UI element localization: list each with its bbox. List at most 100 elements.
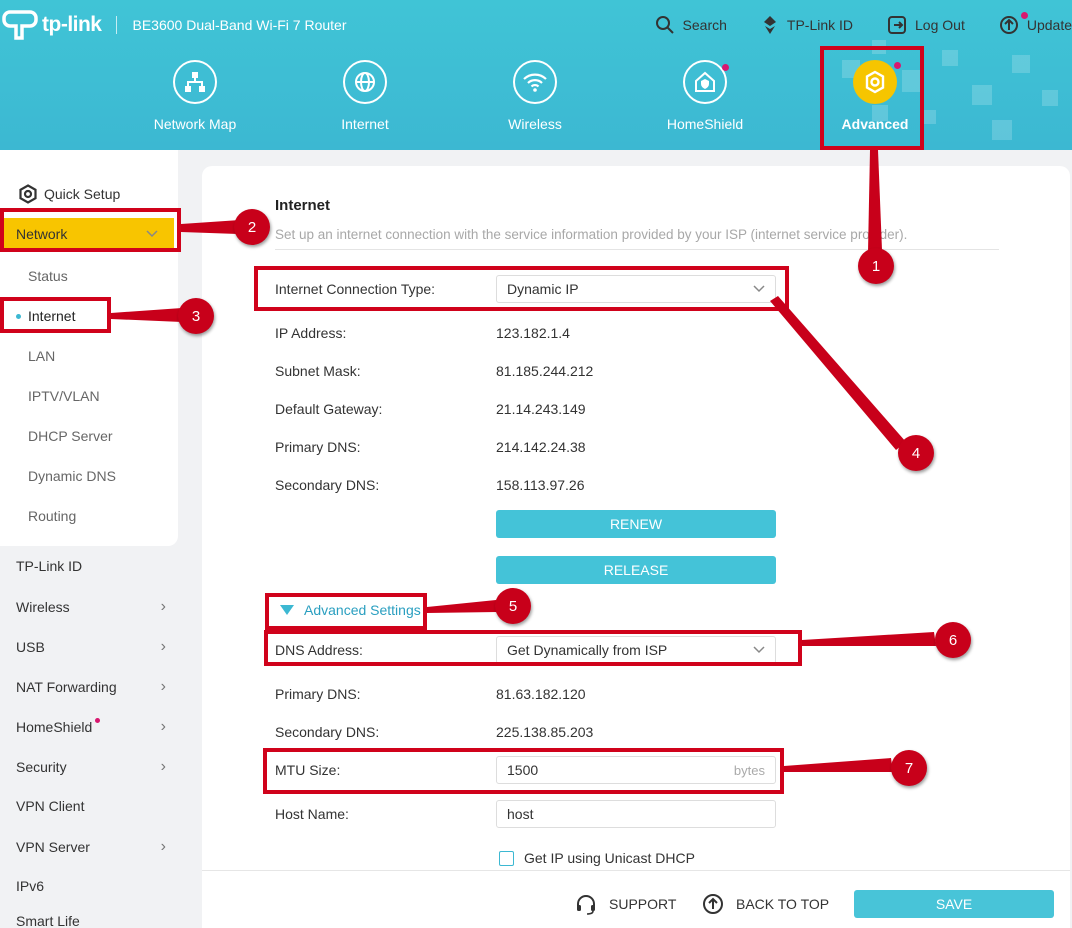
dns-address-select[interactable]: Get Dynamically from ISP [496, 636, 776, 664]
network-map-icon [173, 60, 217, 104]
host-name-row: Host Name: host [275, 800, 776, 828]
sidebar-sub-dhcp-server[interactable]: DHCP Server [28, 428, 113, 444]
search-link[interactable]: Search [655, 15, 727, 35]
tab-label: Network Map [153, 116, 237, 132]
secondary-dns-row: Secondary DNS: 158.113.97.26 [275, 477, 585, 493]
secondary-dns-label: Secondary DNS: [275, 477, 380, 493]
primary-dns-label: Primary DNS: [275, 439, 361, 455]
advanced-settings-toggle[interactable]: Advanced Settings [280, 602, 421, 618]
logout-link[interactable]: Log Out [887, 15, 965, 35]
sidebar-item-label: HomeShield [16, 719, 93, 735]
update-link[interactable]: Update [999, 12, 1072, 35]
chevron-right-icon: › [160, 718, 166, 735]
main-nav-tabs: Network Map Internet Wireless HomeShield [110, 60, 960, 132]
top-links: Search TP-Link ID Log Out Update [655, 12, 1072, 36]
renew-button[interactable]: RENEW [496, 510, 776, 538]
sidebar-item-label: Wireless [16, 599, 70, 615]
brand-name: tp-link [42, 13, 102, 36]
sidebar-item-ipv6[interactable]: IPv6 [16, 878, 166, 894]
wifi-icon [513, 60, 557, 104]
connection-type-row: Internet Connection Type: Dynamic IP [275, 275, 776, 303]
sidebar-sub-dynamic-dns[interactable]: Dynamic DNS [28, 468, 116, 484]
tplink-logo-icon [2, 10, 38, 40]
advanced-gear-icon [853, 60, 901, 104]
logout-icon [888, 16, 907, 34]
connection-type-select[interactable]: Dynamic IP [496, 275, 776, 303]
dns-address-value: Get Dynamically from ISP [507, 642, 668, 658]
primary-dns-row: Primary DNS: 214.142.24.38 [275, 439, 586, 455]
sidebar-item-label: USB [16, 639, 45, 655]
tab-wireless[interactable]: Wireless [450, 60, 620, 132]
sidebar-item-tplink-id[interactable]: TP-Link ID [16, 558, 166, 574]
homeshield-notification-dot [722, 64, 729, 71]
sidebar-item-vpn-client[interactable]: VPN Client [16, 798, 166, 814]
dns-address-label: DNS Address: [275, 642, 363, 658]
unicast-dhcp-checkbox[interactable]: Get IP using Unicast DHCP [499, 850, 695, 866]
sidebar-sub-lan[interactable]: LAN [28, 348, 55, 364]
ip-address-row: IP Address: 123.182.1.4 [275, 325, 570, 341]
adv-secondary-dns-label: Secondary DNS: [275, 724, 380, 740]
sidebar-sub-status[interactable]: Status [28, 268, 68, 284]
homeshield-icon [683, 60, 729, 104]
footer-bar: SUPPORT BACK TO TOP SAVE [202, 870, 1070, 928]
sidebar-item-usb[interactable]: USB › [16, 638, 166, 656]
mtu-unit: bytes [733, 762, 765, 778]
chevron-right-icon: › [160, 758, 166, 775]
checkbox-box [499, 850, 514, 866]
sidebar-item-network[interactable]: Network [4, 218, 174, 250]
tab-advanced[interactable]: Advanced [790, 60, 960, 132]
chevron-down-icon [753, 285, 765, 293]
sidebar-item-label-wrap: HomeShield [16, 718, 101, 735]
sidebar-sub-iptv-vlan[interactable]: IPTV/VLAN [28, 388, 100, 404]
sidebar-sub-internet[interactable]: Internet [15, 308, 75, 324]
sidebar-item-wireless[interactable]: Wireless › [16, 598, 166, 616]
save-button[interactable]: SAVE [854, 890, 1054, 918]
sidebar-item-security[interactable]: Security › [16, 758, 166, 776]
connection-type-value: Dynamic IP [507, 281, 579, 297]
chevron-right-icon: › [160, 638, 166, 655]
page-title: Internet [275, 197, 331, 214]
update-icon-wrap [999, 12, 1028, 35]
host-name-input[interactable]: host [496, 800, 776, 828]
sidebar-item-smart-life[interactable]: Smart Life [16, 913, 166, 928]
internet-settings-panel: Internet Set up an internet connection w… [202, 166, 1070, 928]
default-gateway-value: 21.14.243.149 [496, 401, 586, 417]
sidebar-sub-routing[interactable]: Routing [28, 508, 76, 524]
tplink-id-label: TP-Link ID [786, 17, 854, 33]
sidebar-item-vpn-server[interactable]: VPN Server › [16, 838, 166, 856]
sidebar-network-card: Quick Setup Network Status Internet LAN … [0, 150, 178, 546]
mtu-row: MTU Size: 1500 bytes [275, 756, 776, 784]
default-gateway-label: Default Gateway: [275, 401, 383, 417]
headset-icon [577, 895, 595, 915]
top-header: tp-link BE3600 Dual-Band Wi-Fi 7 Router … [0, 0, 1072, 150]
mtu-input[interactable]: 1500 bytes [496, 756, 776, 784]
search-label: Search [682, 17, 727, 33]
tab-network-map[interactable]: Network Map [110, 60, 280, 132]
connection-type-label: Internet Connection Type: [275, 281, 436, 297]
sidebar-item-homeshield[interactable]: HomeShield › [16, 718, 166, 736]
chevron-down-icon [753, 646, 765, 654]
sidebar-item-nat-forwarding[interactable]: NAT Forwarding › [16, 678, 166, 696]
sidebar-item-quick-setup[interactable]: Quick Setup [18, 184, 120, 204]
tplink-logo[interactable]: tp-link BE3600 Dual-Band Wi-Fi 7 Router [2, 8, 347, 42]
primary-dns-value: 214.142.24.38 [496, 439, 586, 455]
sidebar-item-label: Security [16, 759, 67, 775]
tab-label: Advanced [841, 116, 909, 132]
subnet-mask-label: Subnet Mask: [275, 363, 361, 379]
tab-internet[interactable]: Internet [280, 60, 450, 132]
page-description: Set up an internet connection with the s… [275, 227, 908, 242]
sidebar-item-label: VPN Client [16, 798, 85, 814]
update-icon [999, 16, 1018, 34]
back-to-top-link[interactable]: BACK TO TOP [702, 893, 829, 915]
quick-setup-label: Quick Setup [44, 186, 121, 202]
tab-label: Wireless [508, 116, 562, 132]
tab-homeshield[interactable]: HomeShield [620, 60, 790, 132]
sidebar-item-label: VPN Server [16, 839, 90, 855]
quick-setup-icon [19, 184, 37, 204]
tplink-id-link[interactable]: TP-Link ID [761, 14, 853, 36]
release-button[interactable]: RELEASE [496, 556, 776, 584]
update-notification-dot [1020, 12, 1028, 19]
support-link[interactable]: SUPPORT [575, 893, 676, 915]
subnet-mask-row: Subnet Mask: 81.185.244.212 [275, 363, 593, 379]
adv-secondary-dns-value: 225.138.85.203 [496, 724, 594, 740]
